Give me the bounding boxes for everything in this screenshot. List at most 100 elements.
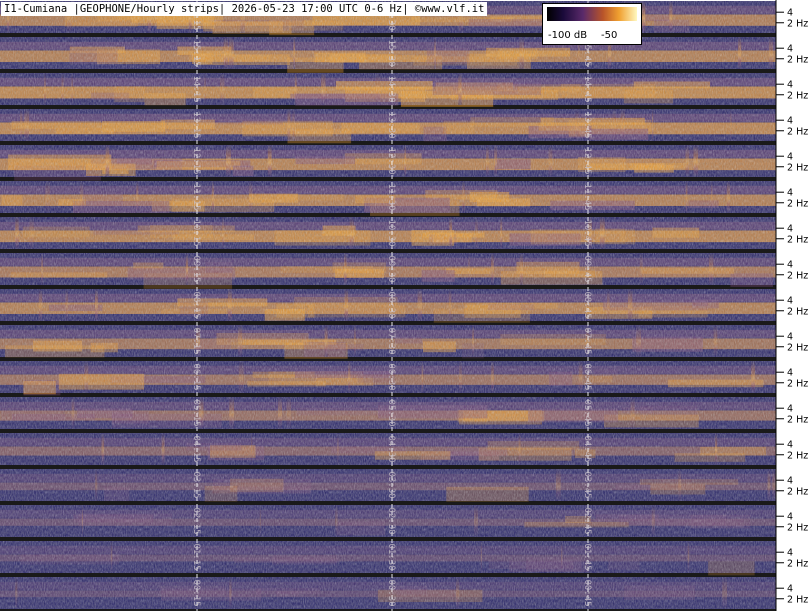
- y-tick-label: 2 Hz: [787, 378, 808, 389]
- scale-label-high: -50: [601, 30, 618, 41]
- strip-gap: [0, 501, 776, 505]
- time-tick-label: 05:45: [582, 399, 592, 426]
- time-tick-label: 10:45: [582, 219, 592, 246]
- time-tick-label: 07:15: [191, 327, 201, 354]
- time-tick-label: 11:45: [582, 183, 592, 210]
- scale-label-low: -100 dB: [548, 30, 588, 41]
- y-tick-label: 4: [787, 8, 793, 19]
- y-tick-label: 4: [787, 548, 793, 559]
- strip-gap: [0, 249, 776, 253]
- time-tick-label: 14:30: [386, 75, 396, 102]
- y-tick-label: 4: [787, 224, 793, 235]
- y-tick-label: 4: [787, 152, 793, 163]
- time-tick-label: 08:30: [386, 291, 396, 318]
- time-tick-label: 11:15: [191, 183, 201, 210]
- strip-gap: [0, 429, 776, 433]
- time-tick-label: 13:45: [582, 111, 592, 138]
- strip-gap: [0, 285, 776, 289]
- time-tick-label: 10:15: [191, 219, 201, 246]
- y-tick-label: 2 Hz: [787, 594, 808, 605]
- y-tick-label: 2 Hz: [787, 198, 808, 209]
- y-tick-label: 4: [787, 296, 793, 307]
- time-tick-label: 12:15: [191, 147, 201, 174]
- time-tick-label: 05:15: [191, 399, 201, 426]
- time-tick-label: 07:30: [386, 327, 396, 354]
- time-tick-label: 06:30: [386, 363, 396, 390]
- time-tick-label: 03:15: [191, 471, 201, 498]
- time-tick-label: 06:45: [582, 363, 592, 390]
- y-tick-label: 2 Hz: [787, 342, 808, 353]
- time-tick-label: 15:15: [191, 39, 201, 66]
- y-tick-label: 4: [787, 80, 793, 91]
- y-tick-label: 2 Hz: [787, 522, 808, 533]
- strip-gap: [0, 141, 776, 145]
- chart-title: I1-Cumiana |GEOPHONE/Hourly strips| 2026…: [1, 2, 488, 16]
- y-tick-label: 4: [787, 116, 793, 127]
- time-tick-label: 09:15: [191, 255, 201, 282]
- time-tick-label: 15:30: [386, 39, 396, 66]
- time-tick-label: 00:45: [582, 579, 592, 606]
- time-tick-label: 03:45: [582, 471, 592, 498]
- time-tick-label: 04:15: [191, 435, 201, 462]
- time-tick-label: 04:30: [386, 435, 396, 462]
- frequency-axis: 42 Hz42 Hz42 Hz42 Hz42 Hz42 Hz42 Hz42 Hz…: [775, 0, 808, 611]
- color-scale-bar: [547, 7, 637, 21]
- time-tick-label: 05:30: [386, 399, 396, 426]
- y-tick-label: 2 Hz: [787, 558, 808, 569]
- y-tick-label: 4: [787, 584, 793, 595]
- time-tick-label: 11:30: [386, 183, 396, 210]
- y-tick-label: 2 Hz: [787, 270, 808, 281]
- time-tick-label: 01:30: [386, 543, 396, 570]
- time-tick-label: 08:15: [191, 291, 201, 318]
- time-tick-label: 06:15: [191, 363, 201, 390]
- spectrogram-plot: 16:15 16:3015:15 15:30 15:4514:15 14:30 14:45…: [0, 0, 808, 611]
- time-tick-label: 14:15: [191, 75, 201, 102]
- y-tick-label: 2 Hz: [787, 486, 808, 497]
- y-tick-label: 4: [787, 512, 793, 523]
- y-tick-label: 2 Hz: [787, 306, 808, 317]
- y-tick-label: 4: [787, 368, 793, 379]
- strip-gap: [0, 177, 776, 181]
- time-tick-label: 09:30: [386, 255, 396, 282]
- y-tick-label: 2 Hz: [787, 162, 808, 173]
- y-tick-label: 2 Hz: [787, 450, 808, 461]
- y-tick-label: 2 Hz: [787, 90, 808, 101]
- time-tick-label: 02:15: [191, 507, 201, 534]
- y-tick-label: 4: [787, 404, 793, 415]
- color-scale-legend: -100 dB -50: [542, 3, 642, 45]
- y-tick-label: 4: [787, 44, 793, 55]
- y-tick-label: 2 Hz: [787, 234, 808, 245]
- time-tick-label: 09:45: [582, 255, 592, 282]
- y-tick-label: 4: [787, 476, 793, 487]
- time-tick-label: 13:15: [191, 111, 201, 138]
- time-tick-label: 12:30: [386, 147, 396, 174]
- strip-gap: [0, 321, 776, 325]
- time-tick-label: 00:15: [191, 579, 201, 606]
- strip-gap: [0, 465, 776, 469]
- y-tick-label: 2 Hz: [787, 54, 808, 65]
- time-tick-label: 08:45: [582, 291, 592, 318]
- y-tick-label: 2 Hz: [787, 18, 808, 29]
- y-tick-label: 2 Hz: [787, 126, 808, 137]
- time-tick-label: 01:45: [582, 543, 592, 570]
- time-tick-label: 01:15: [191, 543, 201, 570]
- y-tick-label: 4: [787, 332, 793, 343]
- y-tick-label: 2 Hz: [787, 414, 808, 425]
- y-tick-label: 4: [787, 440, 793, 451]
- time-tick-label: 14:45: [582, 75, 592, 102]
- time-tick-label: 02:45: [582, 507, 592, 534]
- time-tick-label: 10:30: [386, 219, 396, 246]
- time-tick-label: 00:30: [386, 579, 396, 606]
- strip-gap: [0, 69, 776, 73]
- strip-gap: [0, 573, 776, 577]
- time-tick-label: 04:45: [582, 435, 592, 462]
- strip-gap: [0, 357, 776, 361]
- time-tick-label: 02:30: [386, 507, 396, 534]
- time-tick-label: 03:30: [386, 471, 396, 498]
- strip-gap: [0, 33, 776, 37]
- strip-gap: [0, 393, 776, 397]
- strip-gap: [0, 105, 776, 109]
- time-tick-label: 07:45: [582, 327, 592, 354]
- y-tick-label: 4: [787, 188, 793, 199]
- time-tick-label: 12:45: [582, 147, 592, 174]
